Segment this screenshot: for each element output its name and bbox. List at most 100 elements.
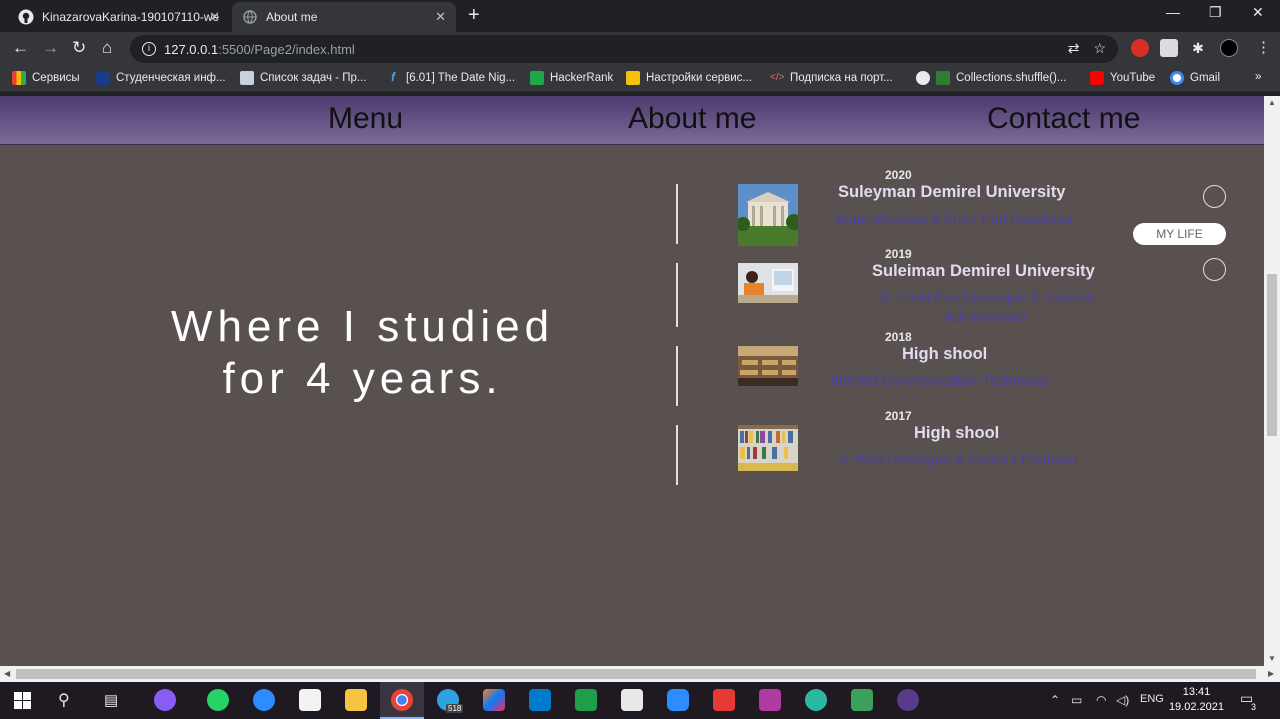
- my-life-button[interactable]: MY LIFE: [1133, 223, 1226, 245]
- close-window-icon[interactable]: ✕: [1252, 4, 1264, 21]
- timeline-nav-dot[interactable]: [1203, 185, 1226, 208]
- nav-about-link[interactable]: About me: [628, 102, 756, 136]
- vertical-scrollbar[interactable]: ▲ ▼: [1264, 96, 1280, 666]
- bookmark-item[interactable]: Сервисы: [12, 71, 80, 85]
- notepad-icon[interactable]: [621, 689, 643, 711]
- snipping-icon[interactable]: [575, 689, 597, 711]
- bookmark-item[interactable]: Collections.shuffle()...: [916, 71, 1066, 85]
- circle-app-icon[interactable]: [805, 689, 827, 711]
- search-icon[interactable]: ⚲: [58, 690, 70, 710]
- browser-tab-strip: KinazarovaKarina-190107110-we ✕ About me…: [0, 0, 1280, 32]
- extension-red-icon[interactable]: [1131, 39, 1149, 57]
- timeline-school: Suleyman Demirel University: [838, 183, 1066, 201]
- nav-menu-link[interactable]: Menu: [328, 102, 403, 136]
- collections-icon: [936, 71, 950, 85]
- scrollbar-thumb[interactable]: [16, 669, 1256, 679]
- horizontal-scrollbar[interactable]: ◀ ▶: [0, 666, 1280, 682]
- whatsapp-icon[interactable]: [207, 689, 229, 711]
- forward-icon[interactable]: →: [42, 38, 59, 58]
- bookmark-item[interactable]: f [6.01] The Date Nig...: [386, 71, 515, 85]
- system-clock[interactable]: 13:41 19.02.2021: [1169, 685, 1224, 715]
- student-laptop-photo: [738, 263, 798, 303]
- home-icon[interactable]: ⌂: [102, 38, 112, 58]
- recorder-icon[interactable]: [713, 689, 735, 711]
- sdu-icon: [96, 71, 110, 85]
- bookmark-label: HackerRank: [550, 72, 614, 84]
- tab-about-me[interactable]: About me ✕: [232, 2, 456, 32]
- timeline-role: Jr. Web Developer & Content Producer: [836, 451, 1078, 467]
- clock-date: 19.02.2021: [1168, 701, 1224, 713]
- scroll-left-icon[interactable]: ◀: [4, 669, 10, 678]
- battery-icon[interactable]: ▭: [1071, 693, 1082, 707]
- scroll-right-icon[interactable]: ▶: [1268, 669, 1274, 678]
- extensions-puzzle-icon[interactable]: ✱: [1189, 39, 1207, 57]
- bookmark-item[interactable]: YouTube: [1090, 71, 1155, 85]
- close-tab-icon[interactable]: ✕: [435, 9, 446, 25]
- wifi-icon[interactable]: ◠: [1096, 693, 1106, 707]
- tab-github[interactable]: KinazarovaKarina-190107110-we ✕: [8, 2, 230, 32]
- site-info-icon[interactable]: i: [142, 42, 156, 56]
- timeline-nav-dot[interactable]: [1203, 258, 1226, 281]
- headline-line: for 4 years.: [222, 354, 503, 403]
- overflow-chevron-icon: »: [1255, 71, 1262, 83]
- nav-contact-link[interactable]: Contact me: [987, 102, 1140, 136]
- bookmark-item[interactable]: HackerRank: [530, 71, 613, 85]
- bookmark-item[interactable]: Настройки сервис...: [626, 71, 752, 85]
- bookmark-item[interactable]: Студенческая инф...: [96, 71, 226, 85]
- profile-avatar[interactable]: [1220, 39, 1238, 57]
- timeline-year: 2019: [885, 247, 912, 261]
- back-icon[interactable]: ←: [12, 38, 29, 58]
- tab-title: About me: [266, 10, 318, 24]
- alice-icon[interactable]: [154, 689, 176, 711]
- timeline-school: High shool: [914, 424, 1000, 442]
- translate-icon[interactable]: ⇄: [1068, 40, 1080, 57]
- bookmarks-bar: Сервисы Студенческая инф... Список задач…: [0, 66, 1280, 92]
- close-tab-icon[interactable]: ✕: [209, 9, 220, 25]
- intellij-icon[interactable]: [483, 689, 505, 711]
- reload-icon[interactable]: ↻: [72, 38, 86, 58]
- media-app-icon[interactable]: [851, 689, 873, 711]
- timeline-year: 2017: [885, 409, 912, 423]
- scroll-up-icon[interactable]: ▲: [1268, 98, 1276, 107]
- chrome-taskbar-active[interactable]: [380, 682, 424, 719]
- bookmark-label: Gmail: [1190, 72, 1221, 84]
- scrollbar-thumb[interactable]: [1267, 274, 1277, 436]
- m-app-icon[interactable]: [759, 689, 781, 711]
- bookmark-item[interactable]: Список задач - Пр...: [240, 71, 366, 85]
- bookmark-label: [6.01] The Date Nig...: [406, 72, 516, 84]
- timeline-entry: 2018 High shool Internet Communication T…: [676, 330, 1236, 408]
- volume-icon[interactable]: ◁): [1116, 693, 1129, 707]
- headline-line: Where I studied: [170, 302, 555, 351]
- bookmark-label: Студенческая инф...: [116, 72, 226, 84]
- timeline-line: [676, 346, 678, 406]
- new-tab-icon[interactable]: +: [468, 4, 480, 27]
- file-explorer-icon[interactable]: [345, 689, 367, 711]
- library-hall-photo: [738, 346, 798, 386]
- telegram-badge: 518: [446, 704, 464, 713]
- bookmarks-overflow[interactable]: »: [1255, 71, 1261, 83]
- minimize-icon[interactable]: —: [1166, 4, 1180, 20]
- task-view-icon[interactable]: ▤: [104, 691, 118, 709]
- extension-grey-icon[interactable]: [1160, 39, 1178, 57]
- windows-start-icon[interactable]: [14, 692, 31, 709]
- zoom-icon[interactable]: [667, 689, 689, 711]
- store-icon[interactable]: [299, 689, 321, 711]
- bookshelf-photo: [738, 425, 798, 471]
- tray-expand-icon[interactable]: ⌃: [1050, 693, 1060, 707]
- zoom-app-icon[interactable]: [253, 689, 275, 711]
- restore-icon[interactable]: ❐: [1209, 4, 1222, 21]
- scroll-down-icon[interactable]: ▼: [1268, 654, 1276, 663]
- bookmark-item[interactable]: </> Подписка на порт...: [770, 71, 893, 85]
- globe-icon: [242, 9, 258, 25]
- page-viewport: Menu About me Contact me Where I studied…: [0, 96, 1264, 666]
- bookmark-item[interactable]: Gmail: [1170, 71, 1220, 85]
- browser-menu-icon[interactable]: ⋮: [1256, 38, 1271, 56]
- chrome-icon: [391, 689, 413, 711]
- bookmark-star-icon[interactable]: ☆: [1093, 40, 1106, 57]
- bookmark-label: Collections.shuffle()...: [956, 72, 1067, 84]
- bookmark-label: Подписка на порт...: [790, 72, 893, 84]
- address-bar[interactable]: i 127.0.0.1 :5500/Page2/index.html ⇄ ☆: [130, 35, 1118, 63]
- vscode-icon[interactable]: [529, 689, 551, 711]
- eclipse-icon[interactable]: [897, 689, 919, 711]
- language-indicator[interactable]: ENG: [1140, 693, 1164, 705]
